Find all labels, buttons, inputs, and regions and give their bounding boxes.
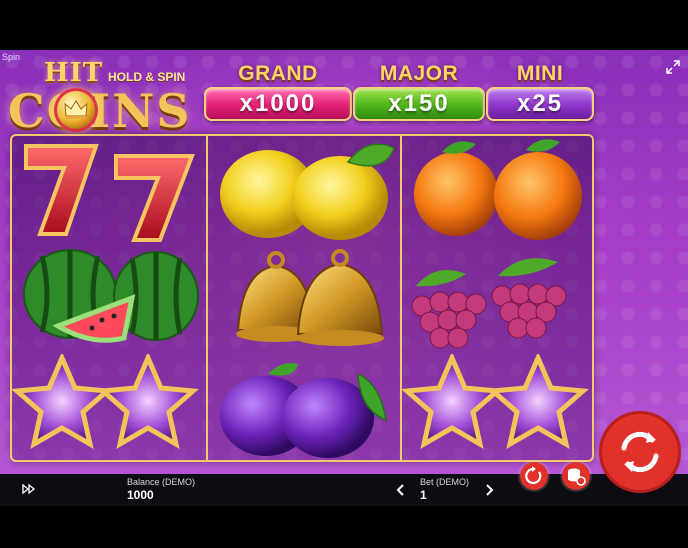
seven-icon — [12, 138, 204, 244]
spin-arrows-icon — [621, 431, 659, 473]
bet-label: Bet (DEMO) — [420, 477, 470, 487]
autoplay-icon — [525, 466, 542, 485]
plum-icon — [208, 354, 400, 460]
bell-icon — [208, 246, 400, 352]
logo-tagline: HOLD & SPIN — [108, 70, 186, 84]
jackpot-major: MAJOR x150 — [353, 62, 485, 121]
bet-increase-arrow-icon[interactable] — [486, 483, 494, 499]
jackpot-mini: MINI x25 — [486, 62, 594, 121]
grapes-icon — [402, 246, 594, 352]
reel-2 — [206, 136, 400, 460]
orange-icon — [402, 138, 594, 244]
star-icon — [402, 354, 594, 460]
bet-settings-button[interactable] — [562, 462, 590, 490]
jackpot-mini-title: MINI — [516, 62, 564, 85]
reel-1 — [12, 136, 204, 460]
crown-coin-icon — [54, 88, 98, 132]
balance-value: 1000 — [127, 488, 154, 502]
jackpot-major-title: MAJOR — [379, 62, 459, 85]
jackpot-mini-value: x25 — [486, 87, 594, 121]
game-logo: HIT HOLD & SPIN COINS — [8, 58, 206, 138]
jackpot-grand: GRAND x1000 — [204, 62, 352, 121]
jackpot-grand-value: x1000 — [204, 87, 352, 121]
coins-settings-icon — [568, 468, 586, 486]
autoplay-button[interactable] — [520, 462, 548, 490]
bet-decrease-arrow-icon[interactable] — [396, 483, 404, 499]
fullscreen-icon[interactable] — [666, 60, 680, 74]
logo-coins-text: COINS — [8, 84, 192, 138]
balance-label: Balance (DEMO) — [127, 477, 196, 487]
fast-forward-icon[interactable] — [22, 483, 36, 497]
bet-value: 1 — [420, 488, 427, 502]
reel-grid — [10, 134, 594, 462]
star-icon — [12, 354, 204, 460]
spin-button[interactable] — [602, 414, 678, 490]
lemon-icon — [208, 138, 400, 244]
watermelon-icon — [12, 246, 204, 352]
reel-3 — [400, 136, 594, 460]
jackpot-major-value: x150 — [353, 87, 485, 121]
jackpot-grand-title: GRAND — [238, 62, 318, 85]
